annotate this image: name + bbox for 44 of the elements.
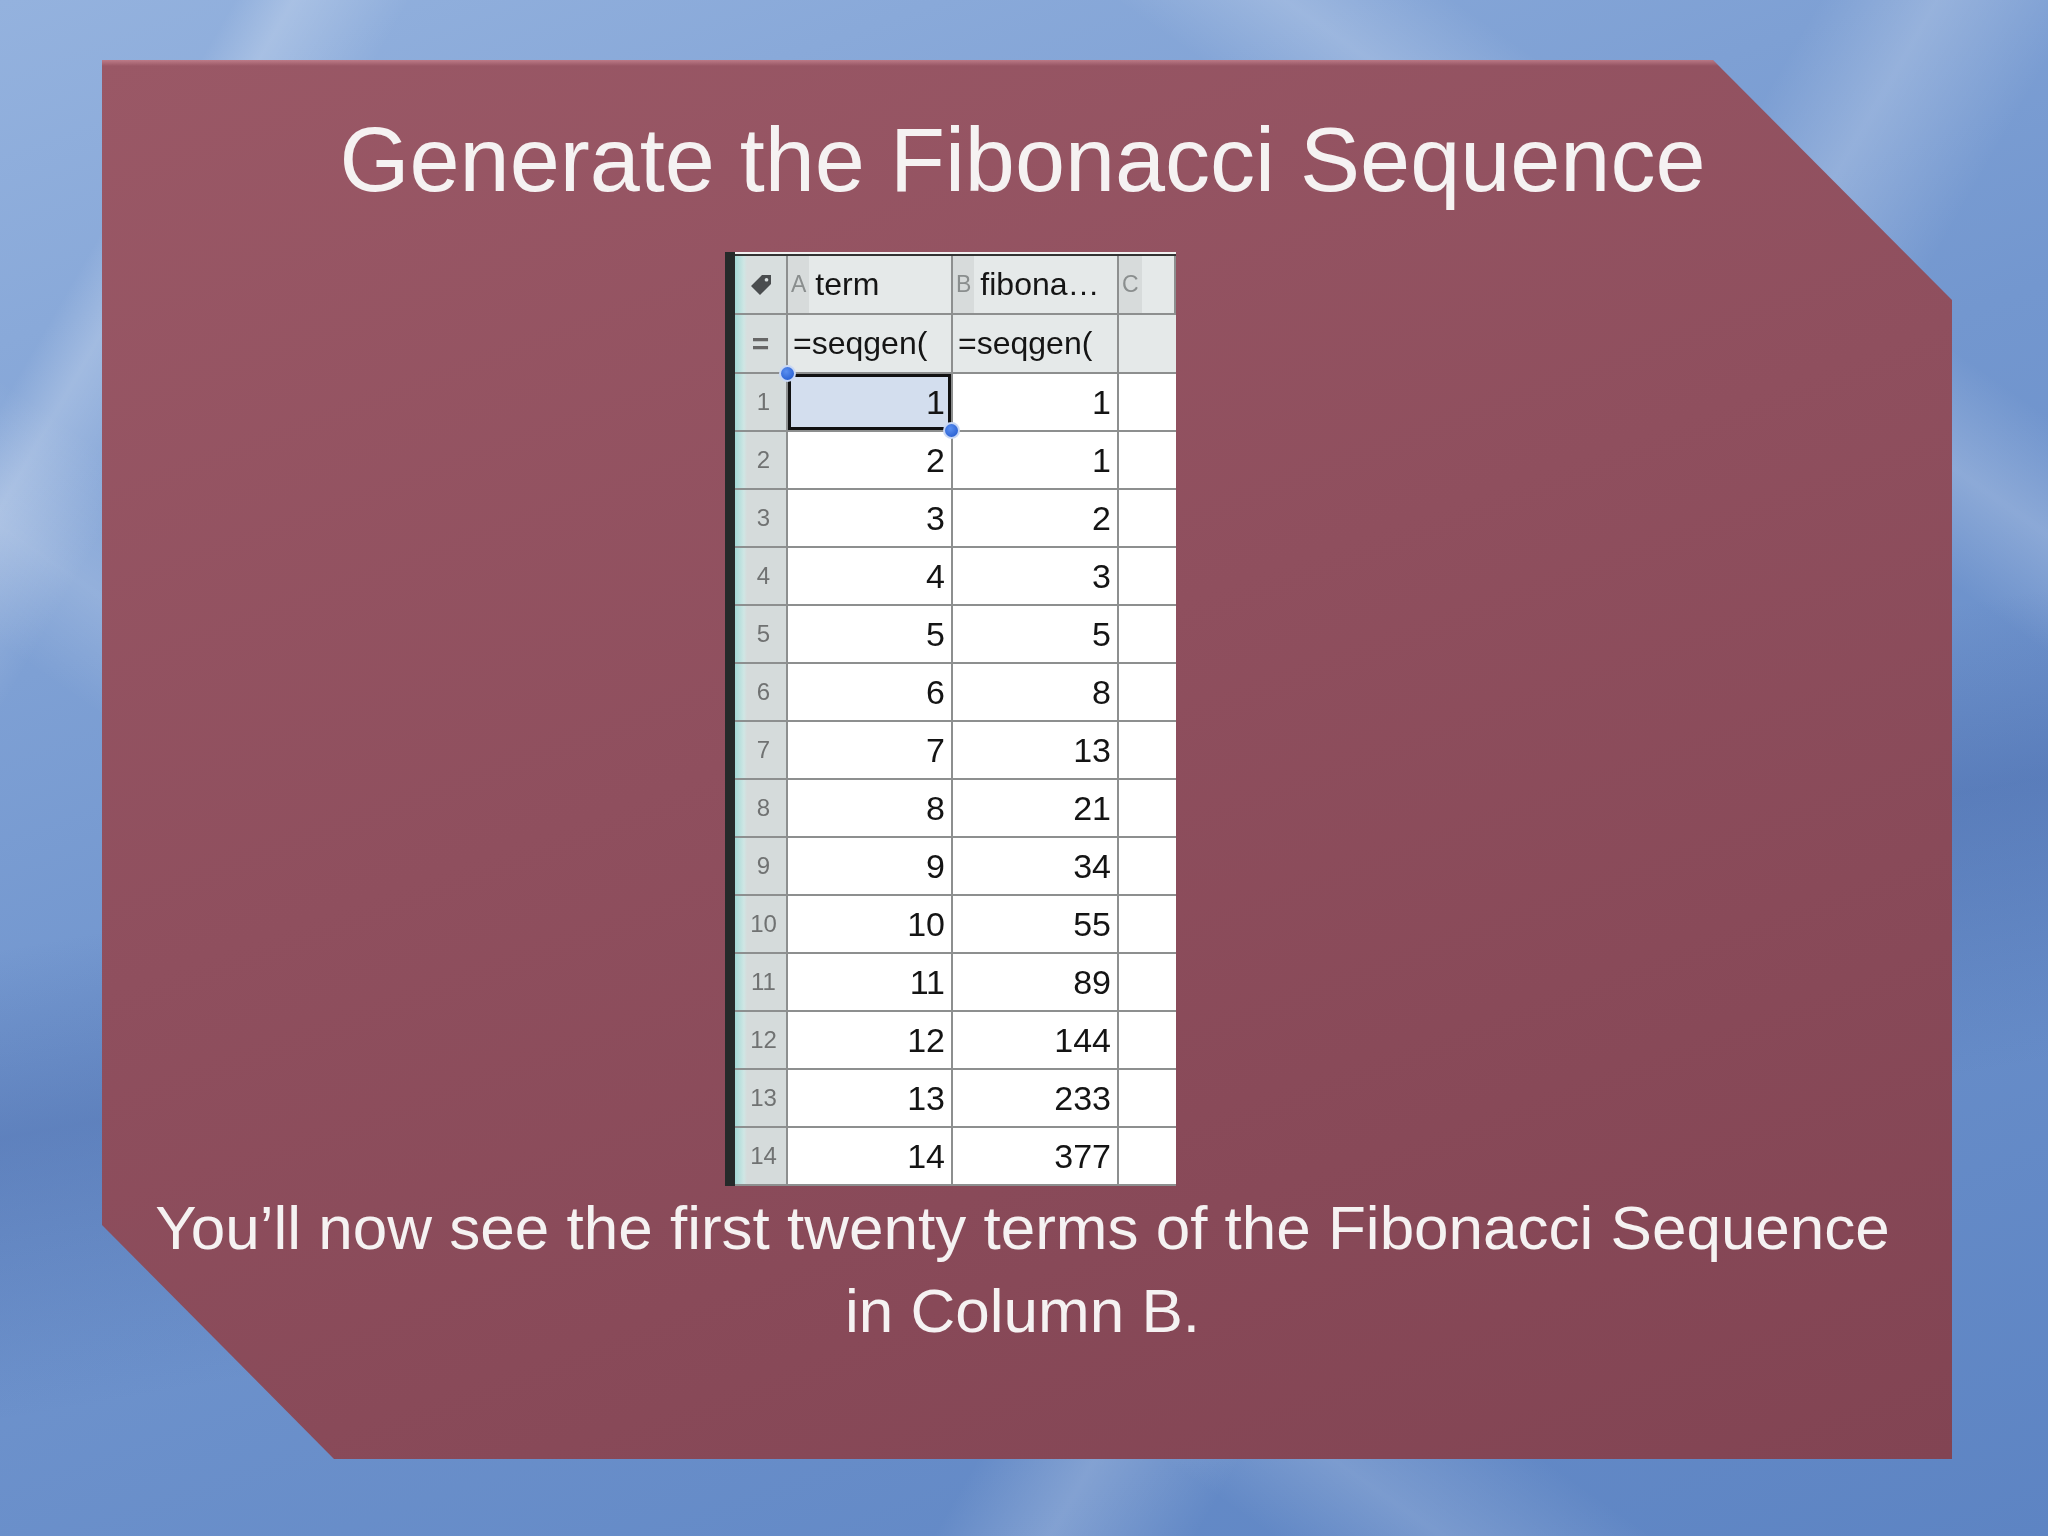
table-cell[interactable]: 34 (953, 838, 1119, 896)
table-cell[interactable]: 377 (953, 1128, 1119, 1186)
table-cell[interactable]: 55 (953, 896, 1119, 954)
table-cell[interactable]: 21 (953, 780, 1119, 838)
table-cell[interactable]: 2 (953, 490, 1119, 548)
row-number: 10 (735, 896, 788, 954)
table-cell[interactable]: 3 (788, 490, 953, 548)
column-name[interactable]: term (815, 266, 880, 303)
row-number: 4 (735, 548, 788, 606)
table-cell[interactable]: 5 (788, 606, 953, 664)
row-number: 2 (735, 432, 788, 490)
table-cell[interactable]: 5 (953, 606, 1119, 664)
slide-caption: You’ll now see the first twenty terms of the Fibonacci Sequence in Column B. (154, 1192, 1891, 1347)
table-cell[interactable]: 6 (788, 664, 953, 722)
row-number: 1 (735, 374, 788, 432)
row-number: 6 (735, 664, 788, 722)
row-number: 9 (735, 838, 788, 896)
table-cell[interactable]: 7 (788, 722, 953, 780)
row-number: 8 (735, 780, 788, 838)
slide-title: Generate the Fibonacci Sequence (339, 109, 1706, 212)
table-cell[interactable]: 13 (953, 722, 1119, 780)
table-cell[interactable]: 9 (788, 838, 953, 896)
table-cell[interactable]: 3 (953, 548, 1119, 606)
row-number: 13 (735, 1070, 788, 1128)
row-number: 5 (735, 606, 788, 664)
table-cell[interactable]: 14 (788, 1128, 953, 1186)
table-cell[interactable]: 8 (953, 664, 1119, 722)
table-cell[interactable]: 233 (953, 1070, 1119, 1128)
row-number: 7 (735, 722, 788, 780)
table-cell[interactable]: 144 (953, 1012, 1119, 1070)
row-number: 11 (735, 954, 788, 1012)
table-cell[interactable]: 12 (788, 1012, 953, 1070)
table-cell[interactable]: 1 (953, 432, 1119, 490)
table-cell[interactable]: 10 (788, 896, 953, 954)
column-name[interactable]: fibona… (980, 266, 1100, 303)
table-cell[interactable]: 11 (788, 954, 953, 1012)
table-cell[interactable]: 4 (788, 548, 953, 606)
row-number: 12 (735, 1012, 788, 1070)
row-number: 14 (735, 1128, 788, 1186)
table-cell[interactable]: 8 (788, 780, 953, 838)
row-number: 3 (735, 490, 788, 548)
table-cell[interactable]: 89 (953, 954, 1119, 1012)
table-cell[interactable]: 13 (788, 1070, 953, 1128)
formula-row-label: = (751, 326, 770, 361)
